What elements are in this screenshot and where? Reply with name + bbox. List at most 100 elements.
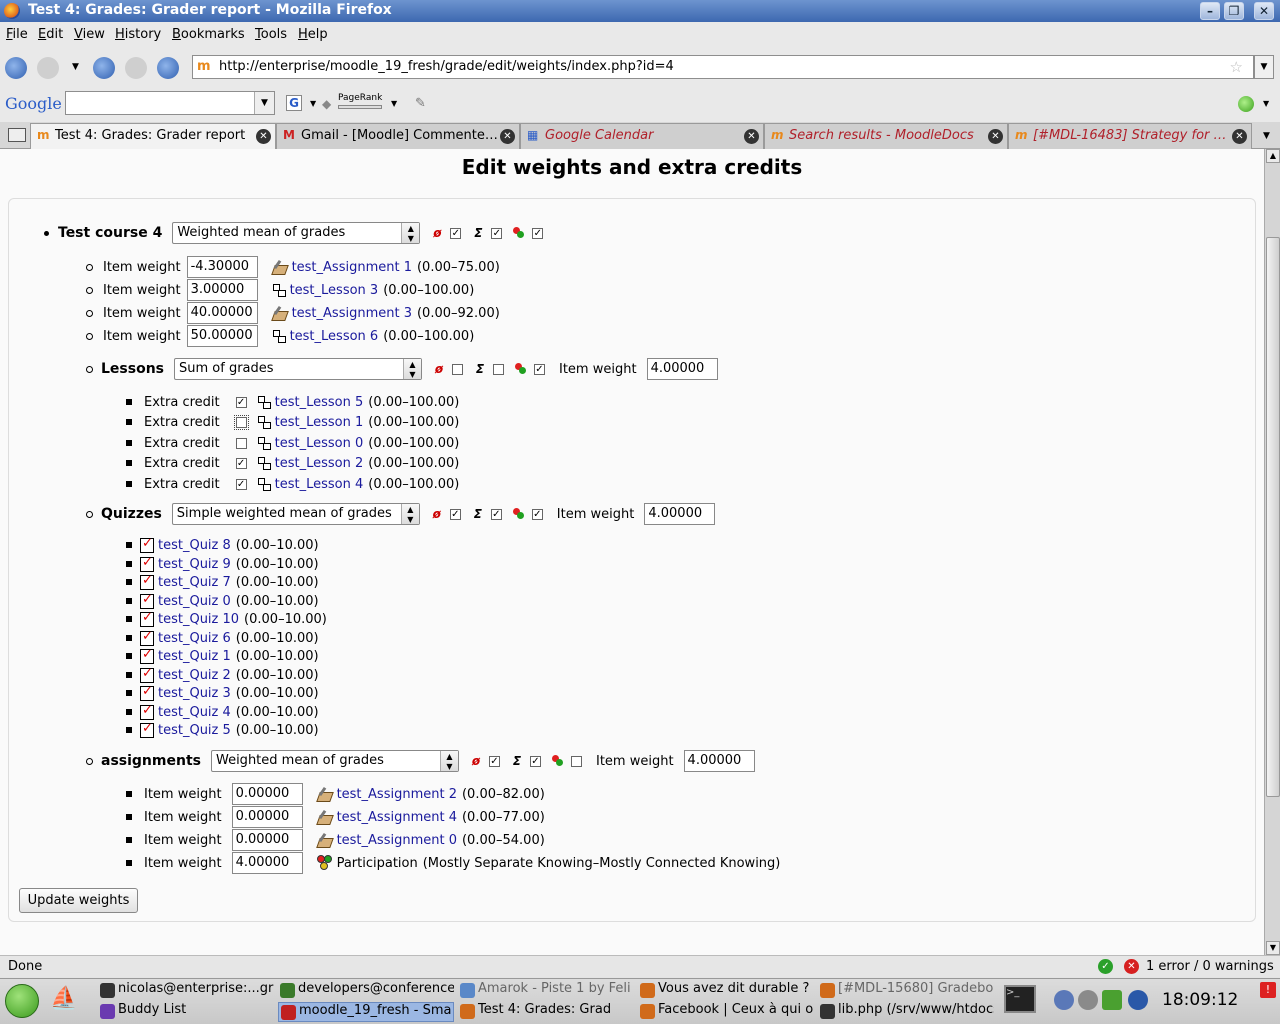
validator-ok-icon[interactable]: ✓ bbox=[1098, 959, 1113, 974]
logout-icon[interactable]: ! bbox=[1260, 982, 1276, 998]
quizzes-aggregate-only-graded-checkbox[interactable]: ✓ bbox=[449, 508, 461, 520]
course-aggregate-only-graded-checkbox[interactable]: ✓ bbox=[450, 227, 462, 239]
task-label[interactable]: [#MDL-15680] Gradebo bbox=[838, 981, 993, 996]
scroll-up-icon[interactable]: ▲ bbox=[1266, 149, 1280, 163]
assignments-aggregate-subcats-checkbox[interactable]: ✓ bbox=[529, 755, 541, 767]
tab-moodledocs[interactable]: m Search results - MoodleDocs ✕ bbox=[764, 123, 1008, 149]
status-dropdown-icon[interactable]: ▼ bbox=[1263, 99, 1269, 108]
item-weight-input[interactable]: 0.00000 bbox=[231, 783, 303, 805]
lessons-weight-input[interactable]: 4.00000 bbox=[646, 358, 718, 380]
firefox-task[interactable]: [#MDL-15680] Gradebo bbox=[818, 981, 994, 1001]
firefox-task[interactable]: Test 4: Grades: Grad bbox=[458, 1002, 634, 1022]
maximize-button[interactable]: ❐ bbox=[1224, 2, 1244, 20]
grade-item-link[interactable]: test_Lesson 0 bbox=[275, 436, 364, 451]
course-aggregate-outcomes-checkbox[interactable]: ✓ bbox=[532, 227, 544, 239]
volume-icon[interactable] bbox=[1054, 990, 1074, 1010]
tab-close-icon[interactable]: ✕ bbox=[988, 129, 1003, 144]
item-weight-input[interactable]: 50.00000 bbox=[186, 325, 258, 347]
task-label[interactable]: developers@conference bbox=[298, 981, 454, 996]
assignments-weight-input[interactable]: 4.00000 bbox=[683, 750, 755, 772]
wrench-icon[interactable]: ✎ bbox=[415, 96, 426, 111]
grade-item-link[interactable]: test_Lesson 5 bbox=[275, 395, 364, 410]
menu-file[interactable]: File bbox=[6, 27, 28, 42]
grade-item-link[interactable]: test_Quiz 2 bbox=[158, 668, 231, 683]
task-label[interactable]: moodle_19_fresh - Sma bbox=[299, 1003, 451, 1018]
bookmark-star-icon[interactable]: ☆ bbox=[1230, 58, 1243, 76]
back-icon[interactable] bbox=[5, 57, 27, 79]
tab-google-calendar[interactable]: ▦ Google Calendar ✕ bbox=[520, 123, 764, 149]
quizzes-aggregate-subcats-checkbox[interactable]: ✓ bbox=[490, 508, 502, 520]
task-label[interactable]: Buddy List bbox=[118, 1002, 186, 1017]
google-search-dropdown-icon[interactable]: ▼ bbox=[254, 92, 274, 114]
quizzes-weight-input[interactable]: 4.00000 bbox=[644, 503, 716, 525]
grade-item-link[interactable]: test_Lesson 1 bbox=[275, 415, 364, 430]
home-icon[interactable] bbox=[157, 57, 179, 79]
validator-error-icon[interactable]: ✕ bbox=[1124, 959, 1139, 974]
grade-item-link[interactable]: test_Quiz 8 bbox=[158, 538, 231, 553]
course-aggregate-subcats-checkbox[interactable]: ✓ bbox=[491, 227, 503, 239]
show-desktop-icon[interactable]: ⛵ bbox=[50, 986, 80, 1016]
lessons-aggregation-value[interactable]: Sum of grades bbox=[179, 361, 274, 376]
validator-errors-text[interactable]: 1 error / 0 warnings bbox=[1146, 959, 1274, 974]
update-applet-icon[interactable] bbox=[1102, 990, 1122, 1010]
amarok-tray-icon[interactable] bbox=[1128, 990, 1148, 1010]
quizzes-aggregation-select[interactable]: Simple weighted mean of grades ▲ ▼ bbox=[171, 503, 420, 525]
url-dropdown-icon[interactable]: ▼ bbox=[1254, 55, 1274, 79]
grade-item-link[interactable]: test_Lesson 2 bbox=[275, 456, 364, 471]
grade-item-link[interactable]: test_Assignment 2 bbox=[337, 787, 457, 802]
close-window-button[interactable]: ✕ bbox=[1254, 2, 1274, 20]
chat-task[interactable]: developers@conference bbox=[278, 981, 454, 1001]
grade-item-link[interactable]: test_Quiz 7 bbox=[158, 575, 231, 590]
tab-label[interactable]: Google Calendar bbox=[545, 128, 653, 143]
select-arrows-icon[interactable]: ▲ ▼ bbox=[400, 504, 419, 524]
amarok-task[interactable]: Amarok - Piste 1 by Feli bbox=[458, 981, 634, 1001]
menu-edit[interactable]: Edit bbox=[38, 27, 63, 42]
grade-item-link[interactable]: test_Assignment 3 bbox=[292, 306, 412, 321]
url-text[interactable]: http://enterprise/moodle_19_fresh/grade/… bbox=[219, 59, 674, 74]
menu-view[interactable]: View bbox=[74, 27, 105, 42]
task-label[interactable]: Test 4: Grades: Grad bbox=[478, 1002, 611, 1017]
tab-close-icon[interactable]: ✕ bbox=[256, 129, 271, 144]
item-weight-input[interactable]: 4.00000 bbox=[231, 852, 303, 874]
grade-item-link[interactable]: test_Lesson 3 bbox=[290, 283, 379, 298]
item-weight-input[interactable]: -4.30000 bbox=[186, 256, 258, 278]
item-weight-input[interactable]: 0.00000 bbox=[231, 829, 303, 851]
menu-tools[interactable]: Tools bbox=[255, 27, 287, 42]
lessons-aggregation-select[interactable]: Sum of grades ▲ ▼ bbox=[174, 358, 422, 380]
extra-credit-checkbox[interactable]: ✓ bbox=[235, 457, 247, 469]
grade-item-link[interactable]: test_Quiz 1 bbox=[158, 649, 231, 664]
editor-task[interactable]: lib.php (/srv/www/htdocs/ bbox=[818, 1002, 994, 1022]
course-aggregation-value[interactable]: Weighted mean of grades bbox=[177, 225, 345, 240]
tab-grader-report[interactable]: m Test 4: Grades: Grader report ✕ bbox=[30, 123, 276, 150]
menu-help[interactable]: Help bbox=[298, 27, 328, 42]
grade-item-link[interactable]: test_Lesson 4 bbox=[275, 477, 364, 492]
task-label[interactable]: Facebook | Ceux à qui o bbox=[658, 1002, 813, 1017]
quizzes-aggregate-outcomes-checkbox[interactable]: ✓ bbox=[531, 508, 543, 520]
tab-close-icon[interactable]: ✕ bbox=[744, 129, 759, 144]
status-green-icon[interactable] bbox=[1238, 96, 1254, 112]
network-icon[interactable] bbox=[1078, 990, 1098, 1010]
history-dropdown-icon[interactable]: ▼ bbox=[72, 62, 79, 72]
lessons-aggregate-only-graded-checkbox[interactable] bbox=[452, 363, 463, 375]
reload-icon[interactable] bbox=[93, 57, 115, 79]
tab-overflow-dropdown-icon[interactable]: ▼ bbox=[1263, 131, 1270, 141]
tab-label[interactable]: Test 4: Grades: Grader report bbox=[55, 128, 245, 143]
extra-credit-checkbox[interactable] bbox=[235, 437, 247, 449]
google-options-dropdown-icon[interactable]: ▼ bbox=[310, 99, 316, 108]
grade-item-link[interactable]: test_Quiz 5 bbox=[158, 723, 231, 738]
task-label[interactable]: Vous avez dit durable ? bbox=[658, 981, 809, 996]
menu-history[interactable]: History bbox=[115, 27, 161, 42]
firefox-task[interactable]: Vous avez dit durable ? bbox=[638, 981, 814, 1001]
tab-list-icon[interactable] bbox=[8, 128, 26, 142]
grade-item-link[interactable]: test_Quiz 6 bbox=[158, 631, 231, 646]
extra-credit-checkbox[interactable] bbox=[233, 414, 249, 430]
tab-label[interactable]: Search results - MoodleDocs bbox=[789, 128, 974, 143]
grade-item-link[interactable]: test_Assignment 4 bbox=[337, 810, 457, 825]
grade-item-link[interactable]: test_Assignment 0 bbox=[337, 833, 457, 848]
terminal-task[interactable]: nicolas@enterprise:...gr bbox=[98, 981, 274, 1001]
firefox-task[interactable]: Facebook | Ceux à qui o bbox=[638, 1002, 814, 1022]
scroll-thumb[interactable] bbox=[1266, 237, 1280, 797]
menu-bookmarks[interactable]: Bookmarks bbox=[172, 27, 245, 42]
course-aggregation-select[interactable]: Weighted mean of grades ▲ ▼ bbox=[172, 222, 421, 244]
item-weight-input[interactable]: 0.00000 bbox=[231, 806, 303, 828]
